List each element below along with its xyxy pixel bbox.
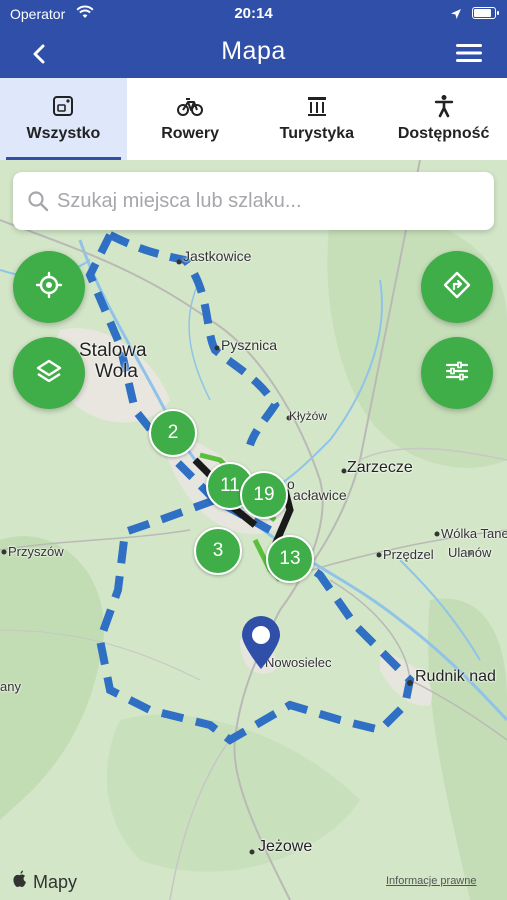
tab-label: Wszystko <box>26 125 101 142</box>
category-tabs: Wszystko Rowery Turystyka Dostępność <box>0 78 507 160</box>
place-label: Rudnik nad <box>415 668 496 685</box>
place-label: Przędzel <box>383 547 434 562</box>
hamburger-menu-icon[interactable] <box>452 40 488 66</box>
maps-brand: Mapy <box>33 872 78 892</box>
map-layers-button[interactable] <box>13 337 85 409</box>
crosshair-icon <box>35 271 63 304</box>
map-cluster[interactable]: 19 <box>240 471 288 519</box>
page-title: Mapa <box>221 37 286 65</box>
tab-bikes[interactable]: Rowery <box>127 78 254 160</box>
layers-icon <box>35 357 63 390</box>
all-icon <box>0 94 127 118</box>
tab-all[interactable]: Wszystko <box>0 78 127 160</box>
location-pin-icon[interactable] <box>239 614 283 675</box>
legal-info-link[interactable]: Informacje prawne <box>386 875 477 887</box>
map-cluster[interactable]: 3 <box>194 527 242 575</box>
directions-icon <box>442 270 472 305</box>
place-label: acławice <box>293 487 347 503</box>
filters-button[interactable] <box>421 337 493 409</box>
battery-icon <box>472 7 499 19</box>
tab-label: Turystyka <box>279 125 355 142</box>
search-bar[interactable] <box>13 172 494 230</box>
map-cluster[interactable]: 2 <box>149 409 197 457</box>
place-label: Przyszów <box>8 544 64 559</box>
place-label: any <box>0 679 21 694</box>
place-label: Wola <box>95 361 138 382</box>
map-view[interactable]: Jastkowice Stalowa Wola Pysznica Kłyżów … <box>0 160 507 900</box>
tab-label: Dostępność <box>397 125 490 142</box>
tab-label: Rowery <box>161 125 220 142</box>
maps-attribution: Mapy <box>12 870 77 893</box>
map-cluster[interactable]: 13 <box>266 535 314 583</box>
status-bar: Operator 20:14 <box>0 0 507 28</box>
tab-accessibility[interactable]: Dostępność <box>380 78 507 160</box>
place-label: Pysznica <box>221 337 278 353</box>
place-label: Wólka Tane <box>441 526 507 541</box>
my-location-button[interactable] <box>13 251 85 323</box>
search-input[interactable] <box>57 182 477 220</box>
bicycle-icon <box>127 94 254 118</box>
monument-icon <box>254 94 381 118</box>
sliders-icon <box>443 357 471 390</box>
clock: 20:14 <box>234 5 273 22</box>
tab-tourism[interactable]: Turystyka <box>254 78 381 160</box>
apple-logo-icon <box>12 870 33 892</box>
location-arrow-icon <box>450 7 462 25</box>
place-label: Kłyżów <box>289 409 328 423</box>
place-label: Jastkowice <box>183 248 252 264</box>
accessibility-icon <box>380 94 507 118</box>
place-label: Zarzecze <box>347 459 413 476</box>
place-label: Ulanów <box>448 545 492 560</box>
place-label: Stalowa <box>79 340 147 361</box>
place-label: Jeżowe <box>258 838 313 855</box>
directions-button[interactable] <box>421 251 493 323</box>
search-icon <box>27 190 49 217</box>
nav-bar: Mapa <box>0 28 507 78</box>
